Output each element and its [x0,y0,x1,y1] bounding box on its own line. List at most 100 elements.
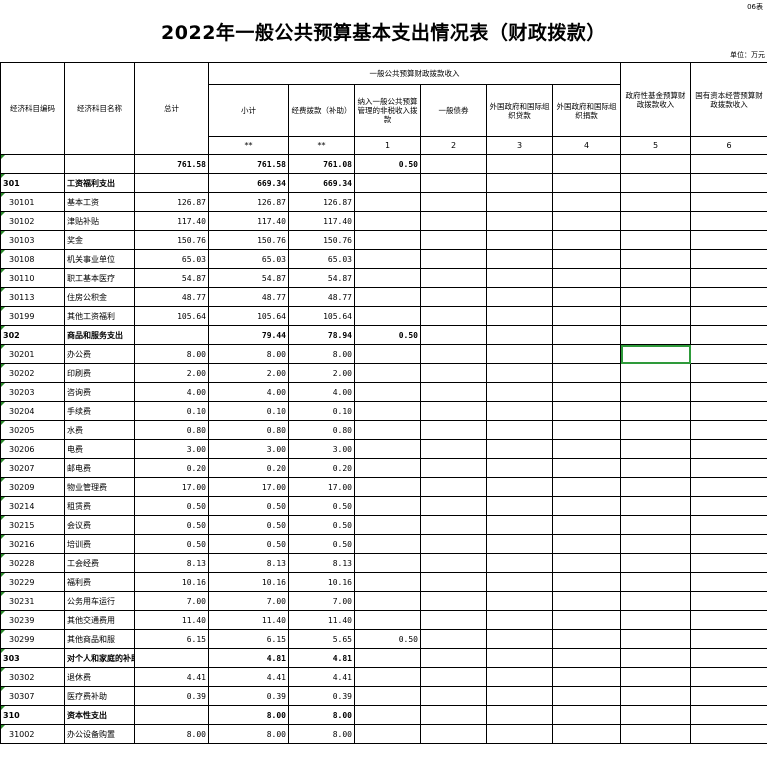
cell-empty[interactable] [620,401,692,421]
cell-empty[interactable] [551,192,622,212]
cell-empty[interactable] [420,192,487,212]
cell-total[interactable]: 65.03 [134,249,209,269]
cell-empty[interactable] [690,477,767,497]
cell-empty[interactable] [486,173,553,193]
cell-empty[interactable] [420,477,487,497]
cell-empty[interactable] [486,154,553,174]
cell-nontax[interactable] [354,363,421,383]
cell-empty[interactable] [551,629,622,649]
index-cell[interactable]: ** [288,136,355,155]
cell-empty[interactable] [620,154,692,174]
cell-sub[interactable]: 54.87 [208,268,289,288]
cell-sub[interactable]: 79.44 [208,325,289,345]
cell-funds[interactable]: 0.50 [288,534,355,554]
cell-empty[interactable] [620,591,692,611]
cell-funds[interactable]: 105.64 [288,306,355,326]
cell-funds[interactable]: 10.16 [288,572,355,592]
cell-sub[interactable]: 11.40 [208,610,289,630]
cell-empty[interactable] [690,648,767,668]
cell-empty[interactable] [420,325,487,345]
cell-empty[interactable] [486,534,553,554]
header-subtotal[interactable]: 小计 [208,84,289,137]
cell-empty[interactable] [486,458,553,478]
cell-empty[interactable] [420,306,487,326]
cell-sub[interactable]: 0.10 [208,401,289,421]
cell-nontax[interactable] [354,439,421,459]
header-foreign-grant[interactable]: 外国政府和国际组织捐款 [551,84,622,137]
cell-empty[interactable] [551,667,622,687]
cell-empty[interactable] [690,629,767,649]
cell-empty[interactable] [486,610,553,630]
cell-empty[interactable] [420,268,487,288]
cell-nontax[interactable] [354,610,421,630]
cell-empty[interactable] [620,382,692,402]
header-gov-fund[interactable]: 政府性基金预算财政拨款收入 [620,62,692,137]
cell-empty[interactable] [690,667,767,687]
cell-empty[interactable] [551,154,622,174]
cell-empty[interactable] [551,420,622,440]
cell-funds[interactable]: 2.00 [288,363,355,383]
cell-empty[interactable] [620,230,692,250]
cell-code[interactable]: 30101 [0,192,65,212]
selected-cell[interactable] [620,344,692,364]
cell-empty[interactable] [620,610,692,630]
cell-sub[interactable]: 4.81 [208,648,289,668]
cell-name[interactable] [64,154,135,174]
cell-empty[interactable] [551,249,622,269]
cell-empty[interactable] [486,648,553,668]
cell-nontax[interactable]: 0.50 [354,325,421,345]
cell-total[interactable]: 0.20 [134,458,209,478]
cell-empty[interactable] [690,572,767,592]
cell-sub[interactable]: 8.13 [208,553,289,573]
cell-code[interactable]: 30102 [0,211,65,231]
index-cell[interactable]: 2 [420,136,487,155]
cell-empty[interactable] [620,458,692,478]
cell-empty[interactable] [486,401,553,421]
cell-empty[interactable] [620,325,692,345]
cell-funds[interactable]: 17.00 [288,477,355,497]
cell-empty[interactable] [620,534,692,554]
cell-funds[interactable]: 0.50 [288,515,355,535]
cell-empty[interactable] [420,629,487,649]
cell-name[interactable]: 商品和服务支出 [64,325,135,345]
cell-total[interactable]: 0.50 [134,534,209,554]
cell-empty[interactable] [620,667,692,687]
cell-empty[interactable] [420,534,487,554]
cell-name[interactable]: 奖金 [64,230,135,250]
cell-name[interactable]: 资本性支出 [64,705,135,725]
cell-total[interactable]: 7.00 [134,591,209,611]
index-cell[interactable]: 5 [620,136,692,155]
cell-code[interactable]: 30207 [0,458,65,478]
cell-funds[interactable]: 4.41 [288,667,355,687]
cell-code[interactable]: 30204 [0,401,65,421]
cell-sub[interactable]: 65.03 [208,249,289,269]
cell-empty[interactable] [620,363,692,383]
cell-sub[interactable]: 2.00 [208,363,289,383]
cell-nontax[interactable] [354,230,421,250]
cell-empty[interactable] [551,477,622,497]
cell-sub[interactable]: 8.00 [208,705,289,725]
cell-funds[interactable]: 0.80 [288,420,355,440]
cell-total[interactable]: 8.00 [134,344,209,364]
cell-empty[interactable] [486,553,553,573]
cell-sub[interactable]: 48.77 [208,287,289,307]
header-state-capital[interactable]: 国有资本经营预算财政拨款收入 [690,62,767,137]
cell-total[interactable]: 8.00 [134,724,209,744]
cell-funds[interactable]: 150.76 [288,230,355,250]
cell-empty[interactable] [420,496,487,516]
cell-name[interactable]: 印刷费 [64,363,135,383]
cell-empty[interactable] [486,686,553,706]
cell-empty[interactable] [420,705,487,725]
cell-total[interactable]: 105.64 [134,306,209,326]
cell-empty[interactable] [551,458,622,478]
cell-nontax[interactable] [354,686,421,706]
cell-total[interactable] [134,325,209,345]
header-name[interactable]: 经济科目名称 [64,62,135,155]
cell-empty[interactable] [420,572,487,592]
cell-empty[interactable] [486,268,553,288]
cell-name[interactable]: 会议费 [64,515,135,535]
cell-empty[interactable] [486,515,553,535]
cell-empty[interactable] [551,382,622,402]
cell-empty[interactable] [486,325,553,345]
cell-empty[interactable] [420,667,487,687]
